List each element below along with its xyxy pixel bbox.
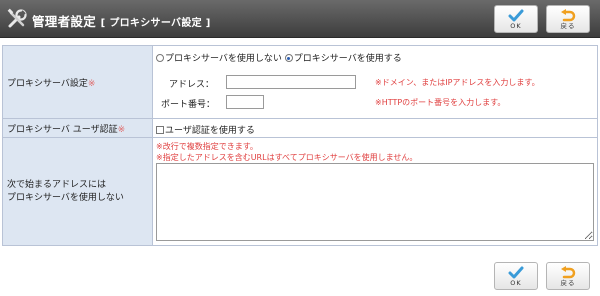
proxy-label: プロキシサーバ設定 <box>7 78 88 89</box>
bypass-label-cell: 次で始まるアドレスには プロキシサーバを使用しない <box>2 137 153 246</box>
back-button-bottom[interactable]: 戻る <box>546 262 590 290</box>
proxy-value-cell: プロキシサーバを使用しない プロキシサーバを使用する アドレス： ※ドメイン、ま… <box>152 45 598 119</box>
auth-label: プロキシサーバ ユーザ認証 <box>7 124 118 135</box>
auth-checkbox[interactable]: ユーザ認証を使用する <box>156 123 255 136</box>
proxy-row: プロキシサーバ設定※ プロキシサーバを使用しない プロキシサーバを使用する アド… <box>2 45 598 119</box>
page-subtitle: [ プロキシサーバ設定 ] <box>100 18 211 29</box>
bypass-note-2: ※指定したアドレスを含むURLはすべてプロキシサーバを使用しません。 <box>156 153 418 162</box>
check-icon <box>508 266 524 279</box>
address-input[interactable] <box>226 75 356 89</box>
page-title: 管理者設定 [ プロキシサーバ設定 ] <box>32 11 211 30</box>
required-mark: ※ <box>87 78 96 89</box>
checkbox-icon <box>156 126 164 134</box>
auth-checkbox-label: ユーザ認証を使用する <box>165 126 255 136</box>
auth-row: プロキシサーバ ユーザ認証※ ユーザ認証を使用する <box>2 118 598 138</box>
radio-on-label: プロキシサーバを使用する <box>293 54 402 64</box>
ok-button-label: OK <box>510 22 522 30</box>
back-button-top[interactable]: 戻る <box>546 5 590 33</box>
radio-on-icon <box>284 54 293 62</box>
back-button-label: 戻る <box>560 22 576 30</box>
address-label: アドレス： <box>169 80 215 90</box>
check-icon <box>508 9 524 22</box>
page-title-text: 管理者設定 <box>32 14 97 29</box>
auth-label-cell: プロキシサーバ ユーザ認証※ <box>2 118 153 138</box>
back-button-label: 戻る <box>560 279 576 287</box>
auth-value-cell: ユーザ認証を使用する <box>152 118 598 138</box>
ok-button-top[interactable]: OK <box>494 5 538 33</box>
ok-button-bottom[interactable]: OK <box>494 262 538 290</box>
radio-option-on[interactable]: プロキシサーバを使用する <box>284 54 402 64</box>
bypass-value-cell: ※改行で複数指定できます。 ※指定したアドレスを含むURLはすべてプロキシサーバ… <box>152 137 598 246</box>
ok-button-label: OK <box>510 279 522 287</box>
bypass-row: 次で始まるアドレスには プロキシサーバを使用しない ※改行で複数指定できます。 … <box>2 137 598 246</box>
bypass-label-line1: 次で始まるアドレスには <box>7 179 107 190</box>
radio-off-label: プロキシサーバを使用しない <box>165 54 282 64</box>
bypass-addresses-textarea[interactable] <box>156 163 594 241</box>
port-label: ポート番号： <box>161 100 216 110</box>
port-note: ※HTTPのポート番号を入力します。 <box>375 98 506 107</box>
proxy-label-cell: プロキシサーバ設定※ <box>2 45 153 119</box>
address-note: ※ドメイン、またはIPアドレスを入力します。 <box>375 78 540 87</box>
port-input[interactable] <box>226 95 264 109</box>
radio-option-off[interactable]: プロキシサーバを使用しない <box>156 54 282 64</box>
radio-off-icon <box>156 54 164 62</box>
proxy-radio-group: プロキシサーバを使用しない プロキシサーバを使用する <box>156 51 402 64</box>
required-mark: ※ <box>117 124 126 135</box>
bypass-label-line2: プロキシサーバを使用しない <box>7 192 124 203</box>
tools-icon <box>7 8 27 28</box>
page-header: 管理者設定 [ プロキシサーバ設定 ] OK 戻る <box>0 0 600 38</box>
bypass-note-1: ※改行で複数指定できます。 <box>156 142 258 151</box>
proxy-settings-form: プロキシサーバ設定※ プロキシサーバを使用しない プロキシサーバを使用する アド… <box>2 45 598 246</box>
